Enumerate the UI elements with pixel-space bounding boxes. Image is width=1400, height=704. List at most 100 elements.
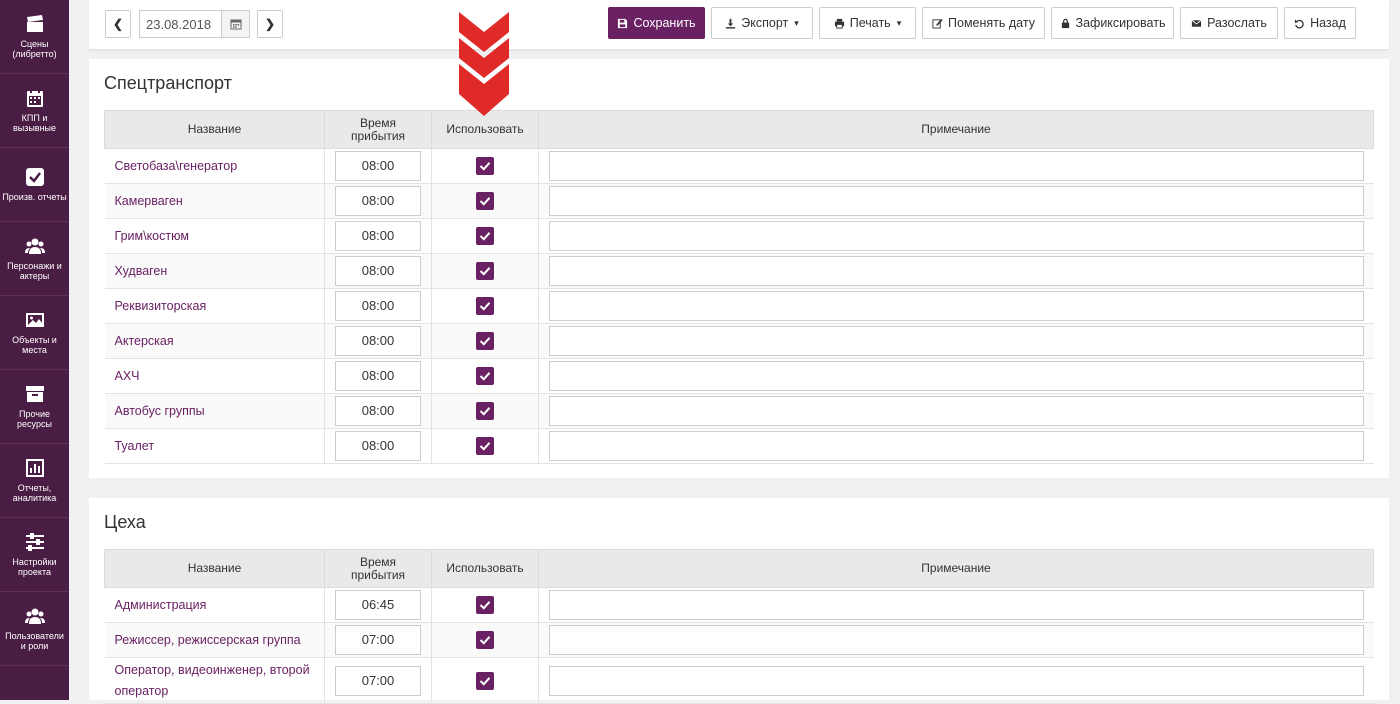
- save-button[interactable]: Сохранить: [608, 7, 705, 39]
- sidebar-item-reports[interactable]: Произв. отчеты: [0, 148, 69, 222]
- chevron-right-icon: ❯: [264, 17, 276, 31]
- sidebar-item-label: Объекты и места: [12, 335, 57, 355]
- row-name: Администрация: [104, 587, 325, 623]
- transport-panel: Спецтранспорт Название Время прибытия Ис…: [89, 59, 1389, 478]
- sidebar-item-resources[interactable]: Прочие ресурсы: [0, 370, 69, 444]
- date-input[interactable]: 23.08.2018: [139, 10, 250, 38]
- sidebar-item-characters[interactable]: Персонажи и актеры: [0, 222, 69, 296]
- arrival-cell: 06:45: [324, 587, 432, 623]
- arrival-time-input[interactable]: 08:00: [335, 221, 421, 251]
- send-button[interactable]: Разослать: [1180, 7, 1278, 39]
- arrival-time-input[interactable]: 08:00: [335, 431, 421, 461]
- note-input[interactable]: [549, 291, 1364, 321]
- export-dropdown[interactable]: Экспорт ▾: [711, 7, 813, 39]
- sidebar-item-analytics[interactable]: Отчеты, аналитика: [0, 444, 69, 518]
- sidebar-item-settings[interactable]: Настройки проекта: [0, 518, 69, 592]
- use-checkbox[interactable]: [476, 367, 494, 385]
- checkmark-icon: [479, 302, 491, 311]
- note-cell: [538, 622, 1374, 658]
- use-checkbox[interactable]: [476, 402, 494, 420]
- table-row: Светобаза\генератор 08:00: [104, 148, 1374, 184]
- note-input[interactable]: [549, 186, 1364, 216]
- note-cell: [538, 587, 1374, 623]
- note-input[interactable]: [549, 151, 1364, 181]
- note-cell: [538, 358, 1374, 394]
- arrival-time-input[interactable]: 07:00: [335, 625, 421, 655]
- checkmark-icon: [479, 407, 491, 416]
- transport-table: Название Время прибытия Использовать При…: [104, 110, 1374, 464]
- note-input[interactable]: [549, 326, 1364, 356]
- arrival-cell: 08:00: [324, 148, 432, 184]
- arrival-cell: 08:00: [324, 393, 432, 429]
- print-dropdown[interactable]: Печать ▾: [819, 7, 916, 39]
- use-checkbox[interactable]: [476, 157, 494, 175]
- arrival-time-input[interactable]: 07:00: [335, 665, 421, 696]
- use-checkbox[interactable]: [476, 192, 494, 210]
- checkmark-icon: [479, 442, 491, 451]
- use-cell: [431, 358, 539, 394]
- table-row: Камерваген 08:00: [104, 183, 1374, 219]
- sidebar-item-calls[interactable]: КПП и вызывные: [0, 74, 69, 148]
- arrival-time-input[interactable]: 08:00: [335, 151, 421, 181]
- col-arrival: Время прибытия: [324, 110, 432, 149]
- note-input[interactable]: [549, 396, 1364, 426]
- use-checkbox[interactable]: [476, 671, 494, 690]
- checkmark-icon: [479, 636, 491, 645]
- row-name: АХЧ: [104, 358, 325, 394]
- lock-button[interactable]: Зафиксировать: [1051, 7, 1174, 39]
- sidebar-item-scenes[interactable]: Сцены (либретто): [0, 0, 69, 74]
- back-button[interactable]: Назад: [1284, 7, 1356, 39]
- note-input[interactable]: [549, 431, 1364, 461]
- note-input[interactable]: [549, 590, 1364, 620]
- arrival-time-input[interactable]: 08:00: [335, 396, 421, 426]
- chevron-down-marker-icon: [459, 12, 509, 116]
- image-icon: [25, 313, 44, 327]
- change-date-label: Поменять дату: [948, 16, 1035, 30]
- arrival-time-input[interactable]: 08:00: [335, 291, 421, 321]
- next-date-button[interactable]: ❯: [257, 10, 283, 38]
- prev-date-button[interactable]: ❮: [105, 10, 131, 38]
- archive-icon: [25, 386, 44, 402]
- arrival-cell: 07:00: [324, 657, 432, 704]
- row-name: Реквизиторская: [104, 288, 325, 324]
- chevron-down-icon: ▾: [896, 17, 902, 28]
- edit-icon: [932, 18, 943, 29]
- use-checkbox[interactable]: [476, 227, 494, 245]
- table-row: Режиссер, режиссерская группа 07:00: [104, 622, 1374, 658]
- workshops-panel: Цеха Название Время прибытия Использоват…: [89, 498, 1389, 704]
- chevron-down-icon: ▾: [794, 17, 799, 28]
- row-name: Оператор, видеоинженер, второй оператор: [104, 657, 325, 704]
- arrival-time-input[interactable]: 08:00: [335, 186, 421, 216]
- use-checkbox[interactable]: [476, 297, 494, 315]
- use-checkbox[interactable]: [476, 631, 494, 649]
- sidebar-item-users[interactable]: Пользователи и роли: [0, 592, 69, 666]
- use-checkbox[interactable]: [476, 437, 494, 455]
- arrival-time-input[interactable]: 08:00: [335, 361, 421, 391]
- use-checkbox[interactable]: [476, 332, 494, 350]
- table-row: Администрация 06:45: [104, 587, 1374, 623]
- users-icon: [24, 608, 45, 624]
- use-checkbox[interactable]: [476, 262, 494, 280]
- note-cell: [538, 428, 1374, 464]
- date-value: 23.08.2018: [146, 16, 212, 32]
- note-input[interactable]: [549, 361, 1364, 391]
- back-label: Назад: [1310, 16, 1346, 30]
- note-cell: [538, 148, 1374, 184]
- lock-label: Зафиксировать: [1075, 16, 1166, 30]
- note-input[interactable]: [549, 221, 1364, 251]
- use-cell: [431, 393, 539, 429]
- arrival-time-input[interactable]: 08:00: [335, 256, 421, 286]
- print-label: Печать: [849, 16, 891, 30]
- arrival-time-input[interactable]: 08:00: [335, 326, 421, 356]
- arrival-cell: 08:00: [324, 323, 432, 359]
- note-cell: [538, 253, 1374, 289]
- calendar-icon[interactable]: [221, 11, 249, 37]
- note-input[interactable]: [549, 256, 1364, 286]
- note-input[interactable]: [549, 625, 1364, 655]
- use-checkbox[interactable]: [476, 596, 494, 614]
- change-date-button[interactable]: Поменять дату: [922, 7, 1045, 39]
- use-cell: [431, 288, 539, 324]
- note-input[interactable]: [549, 665, 1364, 696]
- sidebar-item-locations[interactable]: Объекты и места: [0, 296, 69, 370]
- arrival-time-input[interactable]: 06:45: [335, 590, 421, 620]
